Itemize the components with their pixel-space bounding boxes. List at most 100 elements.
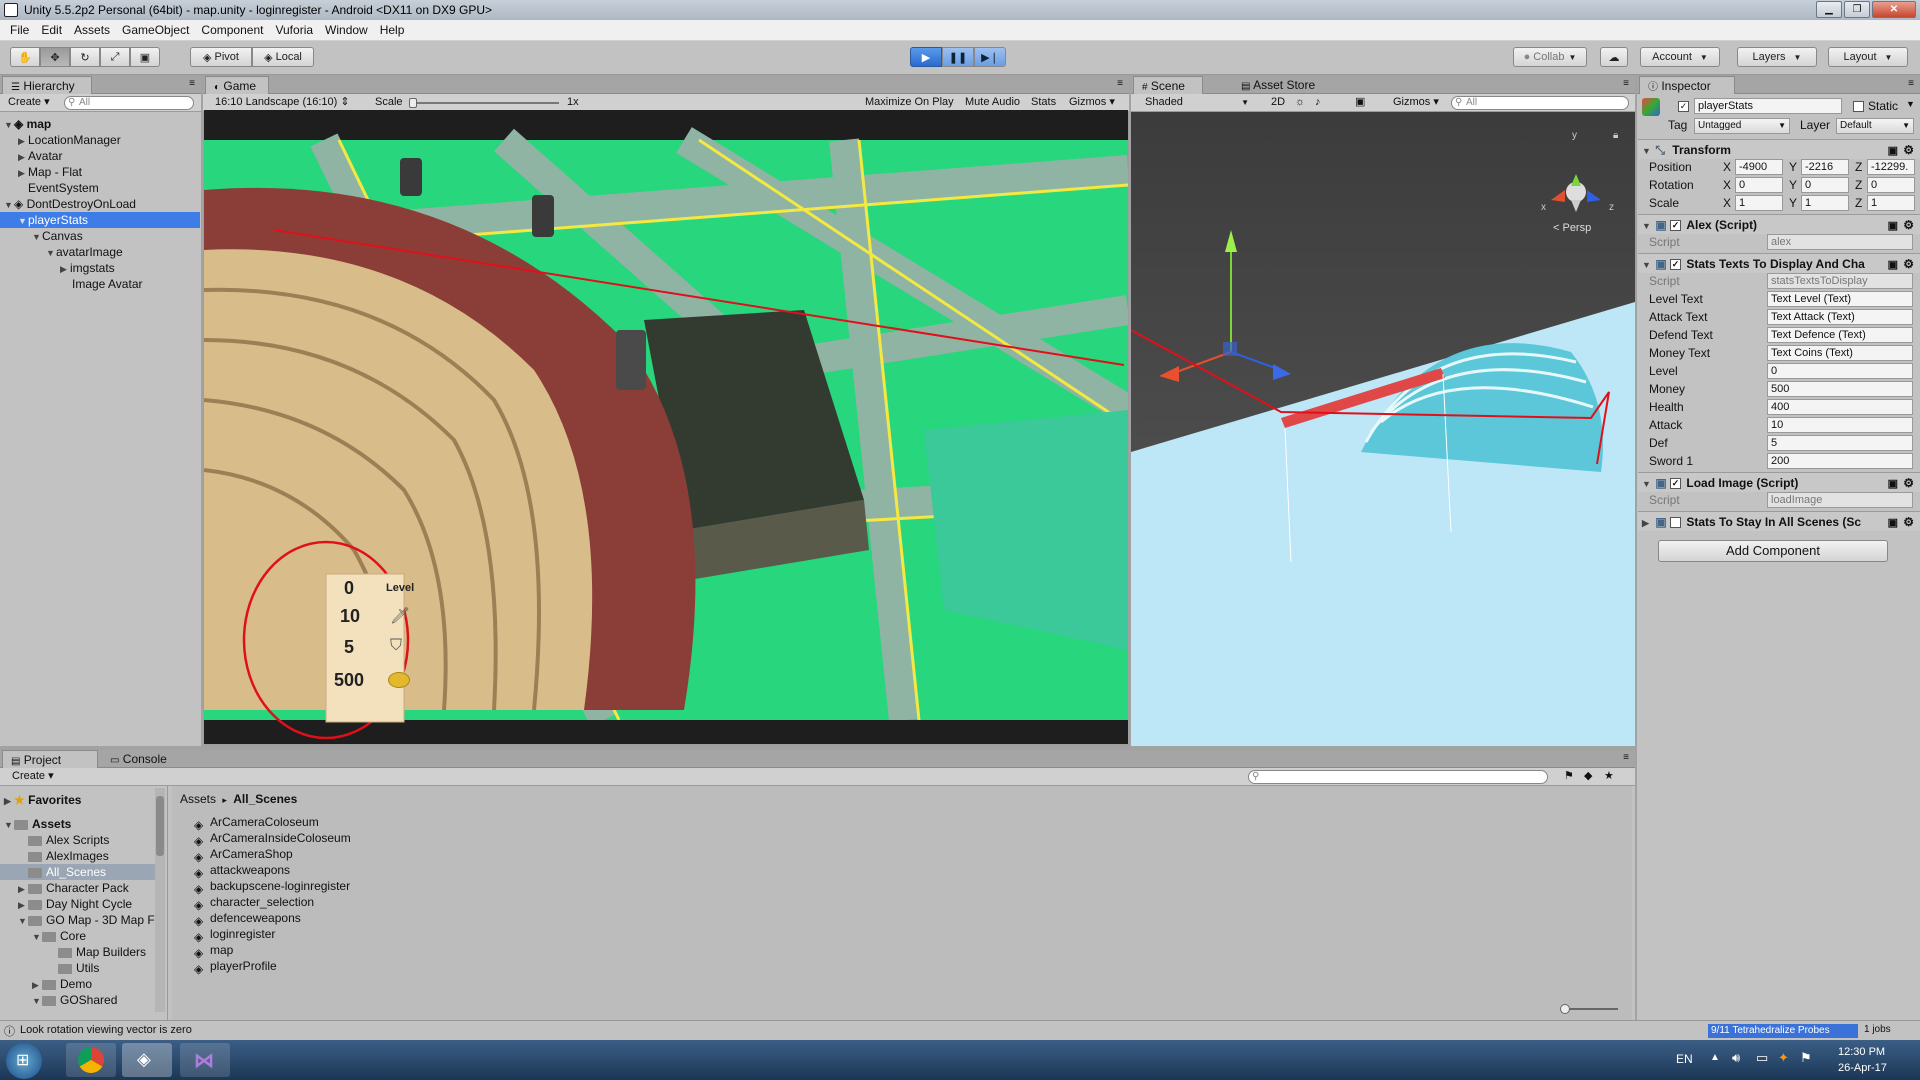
- scene-file[interactable]: ◈ ArCameraShop: [194, 846, 293, 864]
- folder-go-map[interactable]: ▼ GO Map - 3D Map F: [18, 912, 155, 928]
- breadcrumb-all-scenes[interactable]: All_Scenes: [233, 792, 297, 806]
- game-viewport[interactable]: 0 Level 10 🗡 5 ⛉ 500: [204, 110, 1128, 744]
- volume-icon[interactable]: 🔊︎: [1732, 1050, 1740, 1066]
- icon-size-slider[interactable]: [1560, 1004, 1618, 1014]
- folder-character-pack[interactable]: ▶ Character Pack: [18, 880, 129, 896]
- folder-core[interactable]: ▼ Core: [32, 928, 86, 944]
- breadcrumb-assets[interactable]: Assets: [180, 792, 216, 806]
- game-gizmos-dropdown[interactable]: Gizmos ▾: [1065, 95, 1119, 110]
- scrollbar-thumb[interactable]: [156, 796, 164, 856]
- hierarchy-item-locationmanager[interactable]: ▶ LocationManager: [0, 132, 200, 148]
- component-enabled-checkbox[interactable]: ✓: [1670, 478, 1682, 490]
- scene-file[interactable]: ◈ playerProfile: [194, 958, 277, 976]
- tab-inspector[interactable]: ⓘ Inspector: [1639, 76, 1735, 94]
- toggle-2d-button[interactable]: 2D: [1267, 95, 1289, 110]
- component-enabled-checkbox[interactable]: ✓: [1670, 259, 1682, 271]
- static-dropdown-arrow-icon[interactable]: ▼: [1906, 99, 1915, 109]
- scene-file[interactable]: ◈ ArCameraColoseum: [194, 814, 319, 832]
- position-z-field[interactable]: -12299.: [1867, 159, 1915, 175]
- aspect-dropdown[interactable]: 16:10 Landscape (16:10) ⇕: [211, 95, 354, 110]
- minimize-button[interactable]: ▁: [1816, 1, 1842, 18]
- app-tray-icon[interactable]: ✦: [1778, 1050, 1789, 1066]
- folder-demo[interactable]: ▶ Demo: [32, 976, 92, 992]
- hierarchy-scene-dontdestroyonload[interactable]: ▼◈ DontDestroyOnLoad: [0, 196, 200, 212]
- scene-file[interactable]: ◈ map: [194, 942, 233, 960]
- folder-map-builders[interactable]: Map Builders: [58, 944, 146, 960]
- hierarchy-item-map-flat[interactable]: ▶ Map - Flat: [0, 164, 200, 180]
- folder-day-night-cycle[interactable]: ▶ Day Night Cycle: [18, 896, 132, 912]
- effects-icon[interactable]: ▣: [1351, 95, 1369, 110]
- rotate-tool-button[interactable]: ↻: [70, 47, 100, 67]
- stats-stay-component-header[interactable]: ▶ ▣ Stats To Stay In All Scenes (Sc ▣ ⚙: [1638, 511, 1920, 531]
- play-button[interactable]: ▶: [910, 47, 942, 67]
- project-search-input[interactable]: ⚲: [1248, 770, 1548, 784]
- folder-utils[interactable]: Utils: [58, 960, 99, 976]
- component-enabled-checkbox[interactable]: [1670, 517, 1682, 529]
- gear-icon[interactable]: ⚙: [1903, 215, 1914, 235]
- tab-hierarchy[interactable]: ☰ Hierarchy: [2, 76, 92, 94]
- attack-field[interactable]: 10: [1767, 417, 1913, 433]
- filter-label-icon[interactable]: ◆: [1580, 769, 1596, 784]
- rotation-x-field[interactable]: 0: [1735, 177, 1783, 193]
- tab-scene[interactable]: # Scene: [1133, 76, 1203, 94]
- step-button[interactable]: ▶❘: [974, 47, 1006, 67]
- assets-root-item[interactable]: ▼ Assets: [4, 816, 71, 832]
- load-image-component-header[interactable]: ▼ ▣ ✓ Load Image (Script) ▣ ⚙: [1638, 472, 1920, 492]
- scene-search-input[interactable]: ⚲ All: [1451, 96, 1629, 110]
- panel-menu-icon[interactable]: ≡: [189, 78, 195, 89]
- def-field[interactable]: 5: [1767, 435, 1913, 451]
- scene-file[interactable]: ◈ defenceweapons: [194, 910, 301, 928]
- visual-studio-taskbar-button[interactable]: ⋈: [180, 1043, 230, 1077]
- scale-slider-thumb[interactable]: [409, 98, 417, 108]
- scale-x-field[interactable]: 1: [1735, 195, 1783, 211]
- menu-assets[interactable]: Assets: [68, 23, 116, 37]
- windows-start-button[interactable]: ⊞: [6, 1043, 42, 1079]
- money-text-field[interactable]: Text Coins (Text): [1767, 345, 1913, 361]
- hierarchy-item-canvas[interactable]: ▼Canvas: [0, 228, 200, 244]
- scale-slider[interactable]: [409, 98, 559, 108]
- tab-game[interactable]: ◐ Game: [205, 76, 269, 94]
- attack-text-field[interactable]: Text Attack (Text): [1767, 309, 1913, 325]
- scene-viewport[interactable]: y x z < Persp 🔒︎: [1131, 112, 1635, 746]
- filter-type-icon[interactable]: ⚑: [1560, 769, 1578, 784]
- scene-file[interactable]: ◈ ArCameraInsideColoseum: [194, 830, 351, 848]
- maximize-on-play-toggle[interactable]: Maximize On Play: [861, 95, 958, 110]
- gear-icon[interactable]: ⚙: [1903, 140, 1914, 160]
- menu-edit[interactable]: Edit: [35, 23, 68, 37]
- pivot-toggle[interactable]: ◈ Pivot: [190, 47, 252, 67]
- scale-y-field[interactable]: 1: [1801, 195, 1849, 211]
- transform-component-header[interactable]: ▼ ⤡ Transform ▣ ⚙: [1638, 139, 1920, 159]
- rotation-z-field[interactable]: 0: [1867, 177, 1915, 193]
- menu-file[interactable]: File: [4, 23, 35, 37]
- scene-file[interactable]: ◈ attackweapons: [194, 862, 290, 880]
- tray-arrow-icon[interactable]: ▲: [1710, 1052, 1720, 1063]
- account-dropdown[interactable]: Account ▼: [1640, 47, 1720, 67]
- close-button[interactable]: ✕: [1872, 1, 1916, 18]
- shading-mode-dropdown[interactable]: Shaded ▼: [1141, 95, 1251, 110]
- stats-texts-component-header[interactable]: ▼ ▣ ✓ Stats Texts To Display And Cha ▣ ⚙: [1638, 253, 1920, 273]
- move-tool-button[interactable]: ✥: [40, 47, 70, 67]
- tab-asset-store[interactable]: ▤ Asset Store: [1233, 76, 1343, 94]
- favorite-star-icon[interactable]: ★: [1600, 769, 1618, 784]
- project-create-dropdown[interactable]: Create ▾: [8, 769, 58, 784]
- help-icon[interactable]: ▣: [1888, 513, 1898, 533]
- panel-menu-icon[interactable]: ≡: [1623, 752, 1629, 763]
- unity-taskbar-button[interactable]: ◈: [122, 1043, 172, 1077]
- maximize-button[interactable]: ❐: [1844, 1, 1870, 18]
- money-field[interactable]: 500: [1767, 381, 1913, 397]
- scale-z-field[interactable]: 1: [1867, 195, 1915, 211]
- local-toggle[interactable]: ◈ Local: [252, 47, 314, 67]
- tag-dropdown[interactable]: Untagged ▼: [1694, 118, 1790, 134]
- scene-gizmos-dropdown[interactable]: Gizmos ▾: [1389, 95, 1443, 110]
- folder-tree-scrollbar[interactable]: [155, 788, 165, 1012]
- position-y-field[interactable]: -2216: [1801, 159, 1849, 175]
- cloud-button[interactable]: ☁: [1600, 47, 1628, 67]
- panel-menu-icon[interactable]: ≡: [1117, 78, 1123, 89]
- gear-icon[interactable]: ⚙: [1903, 254, 1914, 274]
- static-checkbox[interactable]: [1853, 101, 1864, 112]
- folder-aleximages[interactable]: AlexImages: [28, 848, 109, 864]
- hierarchy-item-avatar[interactable]: ▶ Avatar: [0, 148, 200, 164]
- sword1-field[interactable]: 200: [1767, 453, 1913, 469]
- scene-file[interactable]: ◈ loginregister: [194, 926, 275, 944]
- status-message[interactable]: Look rotation viewing vector is zero: [20, 1024, 192, 1036]
